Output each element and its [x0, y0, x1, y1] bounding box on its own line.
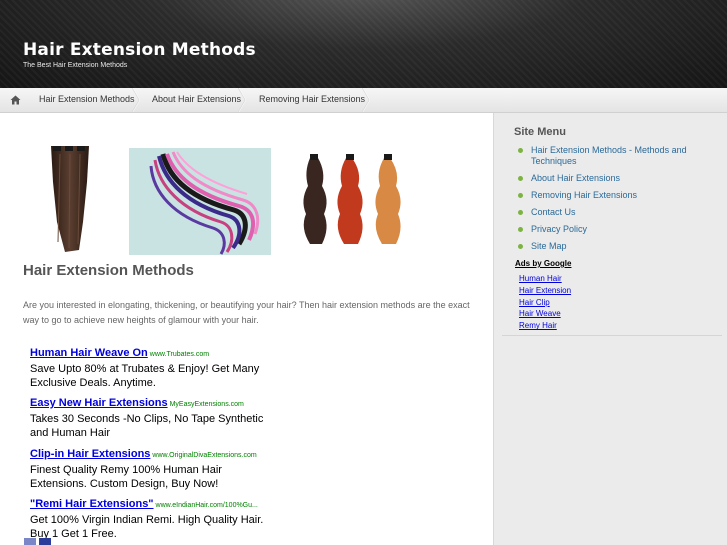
ad-description: Save Upto 80% at Trubates & Enjoy! Get M…	[30, 363, 260, 389]
site-tagline: The Best Hair Extension Methods	[23, 62, 128, 69]
bullet-icon	[518, 210, 523, 215]
nav-item-hair-extension-methods[interactable]: Hair Extension Methods	[39, 88, 141, 112]
ad-unit[interactable]: Easy New Hair Extensions MyEasyExtensions…	[30, 391, 280, 440]
bullet-icon	[518, 176, 523, 181]
ad-title-link[interactable]: Clip-in Hair Extensions	[30, 448, 150, 460]
ad-unit[interactable]: Clip-in Hair Extensions www.OriginalDivaE…	[30, 442, 280, 491]
sidebar-item-label[interactable]: Privacy Policy	[531, 224, 587, 234]
ad-title-link[interactable]: Human Hair Weave On	[30, 347, 148, 359]
clip-in-extensions-image	[45, 142, 95, 254]
sidebar-heading: Site Menu	[514, 126, 566, 138]
main-navigation: Hair Extension Methods About Hair Extens…	[0, 88, 727, 113]
bullet-icon	[518, 227, 523, 232]
sidebar-item-methods-and-techniques[interactable]: Hair Extension Methods - Methods and Tec…	[514, 145, 714, 167]
ad-link-human-hair[interactable]: Human Hair	[519, 273, 571, 285]
ad-description: Finest Quality Remy 100% Human Hair Exte…	[30, 464, 222, 490]
home-icon	[10, 95, 20, 105]
ad-link-hair-extension[interactable]: Hair Extension	[519, 285, 571, 297]
nav-item-about-hair-extensions[interactable]: About Hair Extensions	[152, 88, 248, 112]
sidebar-item-removing-hair-extensions[interactable]: Removing Hair Extensions	[514, 190, 714, 201]
curly-extensions-image	[296, 152, 412, 248]
ads-by-google-link[interactable]: Ads by Google	[515, 259, 571, 268]
sidebar: Site Menu Hair Extension Methods - Metho…	[493, 113, 727, 545]
sidebar-item-label[interactable]: Hair Extension Methods - Methods and Tec…	[531, 145, 687, 166]
ad-title-link[interactable]: "Remi Hair Extensions"	[30, 498, 154, 510]
site-menu: Hair Extension Methods - Methods and Tec…	[514, 145, 714, 258]
sidebar-item-site-map[interactable]: Site Map	[514, 241, 714, 252]
sidebar-divider	[502, 335, 722, 336]
nav-item-removing-hair-extensions[interactable]: Removing Hair Extensions	[259, 88, 372, 112]
ad-url[interactable]: www.OriginalDivaExtensions.com	[152, 452, 256, 459]
ad-description: Takes 30 Seconds -No Clips, No Tape Synt…	[30, 413, 264, 439]
sidebar-item-label[interactable]: About Hair Extensions	[531, 173, 620, 183]
bullet-icon	[518, 193, 523, 198]
site-header: Hair Extension Methods The Best Hair Ext…	[0, 0, 727, 88]
sidebar-item-about-hair-extensions[interactable]: About Hair Extensions	[514, 173, 714, 184]
ad-link-hair-clip[interactable]: Hair Clip	[519, 297, 571, 309]
ad-url[interactable]: www.Trubates.com	[150, 351, 209, 358]
bullet-icon	[518, 148, 523, 153]
ad-url[interactable]: MyEasyExtensions.com	[170, 401, 244, 408]
ad-choices-icon[interactable]	[24, 538, 36, 545]
sidebar-item-label[interactable]: Contact Us	[531, 207, 576, 217]
home-button[interactable]	[4, 88, 26, 112]
ad-unit[interactable]: Human Hair Weave On www.Trubates.com Save…	[30, 341, 280, 390]
sidebar-item-contact-us[interactable]: Contact Us	[514, 207, 714, 218]
sidebar-item-privacy-policy[interactable]: Privacy Policy	[514, 224, 714, 235]
page-heading: Hair Extension Methods	[23, 262, 194, 279]
ad-link-list: Human Hair Hair Extension Hair Clip Hair…	[519, 273, 571, 332]
ad-unit[interactable]: "Remi Hair Extensions" www.eIndianHair.co…	[30, 492, 280, 541]
site-title[interactable]: Hair Extension Methods	[23, 40, 256, 60]
sidebar-item-label[interactable]: Removing Hair Extensions	[531, 190, 637, 200]
ad-description: Get 100% Virgin Indian Remi. High Qualit…	[30, 514, 264, 540]
ad-link-hair-weave[interactable]: Hair Weave	[519, 308, 571, 320]
bullet-icon	[518, 244, 523, 249]
ad-info-icon[interactable]	[39, 538, 51, 545]
ad-title-link[interactable]: Easy New Hair Extensions	[30, 397, 168, 409]
ad-link-remy-hair[interactable]: Remy Hair	[519, 320, 571, 332]
colored-hair-strands-image	[129, 148, 271, 255]
ad-url[interactable]: www.eIndianHair.com/100%Gu...	[156, 502, 258, 509]
intro-paragraph: Are you interested in elongating, thicke…	[23, 300, 470, 325]
sidebar-item-label[interactable]: Site Map	[531, 241, 567, 251]
